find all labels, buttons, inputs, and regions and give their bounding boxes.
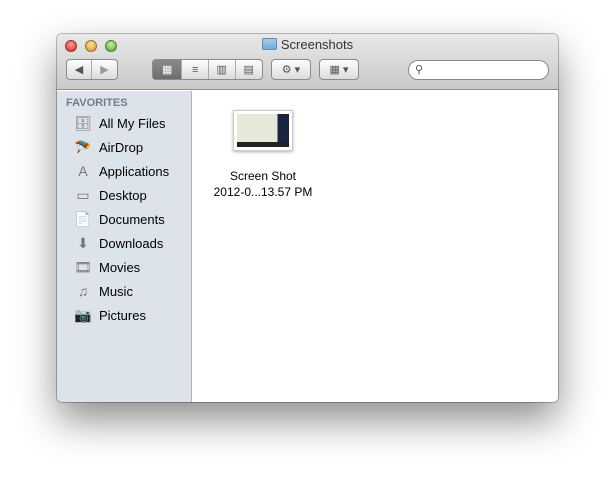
documents-icon: 📄 bbox=[74, 210, 92, 227]
folder-icon bbox=[261, 38, 277, 50]
sidebar: FAVORITES 🗄 All My Files 🪂 AirDrop A Applic… bbox=[57, 91, 192, 402]
all-files-icon: 🗄 bbox=[74, 114, 92, 131]
sidebar-item-label: Downloads bbox=[99, 235, 164, 251]
file-name-line1: Screen Shot bbox=[229, 169, 297, 183]
icon-view-button[interactable]: ▦ bbox=[153, 60, 183, 79]
arrange-button[interactable]: ▦ ▾ bbox=[319, 59, 359, 80]
sidebar-item-label: Pictures bbox=[99, 307, 146, 323]
sidebar-item-label: AirDrop bbox=[99, 139, 144, 155]
sidebar-item-applications[interactable]: A Applications bbox=[73, 161, 169, 181]
search-icon: ⚲ bbox=[415, 64, 424, 76]
finder-window: Screenshots ◀ ▶ ▦ ≡ ▥ ▤ ⚙ ▾ ▦ ▾ ⚲ FAVORI… bbox=[57, 34, 558, 402]
sidebar-item-pictures[interactable]: 📷 Pictures bbox=[73, 305, 146, 325]
applications-icon: A bbox=[78, 163, 88, 179]
back-button[interactable]: ◀ bbox=[67, 60, 93, 79]
file-name-line2: 2012-0...13.57 PM bbox=[213, 185, 313, 199]
sidebar-item-desktop[interactable]: ▭ Desktop bbox=[73, 185, 147, 205]
action-button[interactable]: ⚙ ▾ bbox=[271, 59, 311, 80]
sidebar-item-label: Music bbox=[99, 283, 133, 299]
airdrop-icon: 🪂 bbox=[74, 138, 92, 155]
sidebar-item-label: Desktop bbox=[99, 187, 147, 203]
desktop-icon: ▭ bbox=[76, 186, 90, 203]
window-title: Screenshots bbox=[57, 37, 558, 52]
toolbar: Screenshots ◀ ▶ ▦ ≡ ▥ ▤ ⚙ ▾ ▦ ▾ ⚲ bbox=[57, 34, 558, 90]
list-view-button[interactable]: ≡ bbox=[182, 60, 209, 79]
pictures-icon: 📷 bbox=[74, 306, 92, 323]
title-text: Screenshots bbox=[280, 37, 354, 52]
sidebar-item-airdrop[interactable]: 🪂 AirDrop bbox=[73, 137, 143, 157]
sidebar-item-documents[interactable]: 📄 Documents bbox=[73, 209, 165, 229]
favorites-header: FAVORITES bbox=[66, 97, 128, 109]
downloads-icon: ⬇ bbox=[77, 234, 89, 251]
sidebar-item-label: Applications bbox=[99, 163, 170, 179]
sidebar-item-movies[interactable]: 🎞 Movies bbox=[73, 257, 140, 277]
file-area: Screen Shot 2012-0...13.57 PM bbox=[193, 91, 558, 402]
sidebar-item-label: Movies bbox=[99, 259, 141, 275]
sidebar-item-label: All My Files bbox=[99, 115, 166, 131]
movies-icon: 🎞 bbox=[74, 258, 92, 275]
sidebar-item-downloads[interactable]: ⬇ Downloads bbox=[73, 233, 163, 253]
back-forward-group: ◀ ▶ bbox=[66, 59, 118, 80]
file-thumbnail[interactable] bbox=[233, 110, 293, 151]
music-icon: ♫ bbox=[77, 283, 89, 299]
coverflow-view-button[interactable]: ▤ bbox=[236, 60, 263, 79]
sidebar-item-label: Documents bbox=[99, 211, 165, 227]
forward-button[interactable]: ▶ bbox=[92, 60, 117, 79]
sidebar-item-music[interactable]: ♫ Music bbox=[73, 281, 133, 301]
column-view-button[interactable]: ▥ bbox=[209, 60, 236, 79]
view-mode-group: ▦ ≡ ▥ ▤ bbox=[152, 59, 263, 80]
search-field[interactable]: ⚲ bbox=[408, 60, 549, 80]
sidebar-item-all-my-files[interactable]: 🗄 All My Files bbox=[73, 113, 165, 133]
